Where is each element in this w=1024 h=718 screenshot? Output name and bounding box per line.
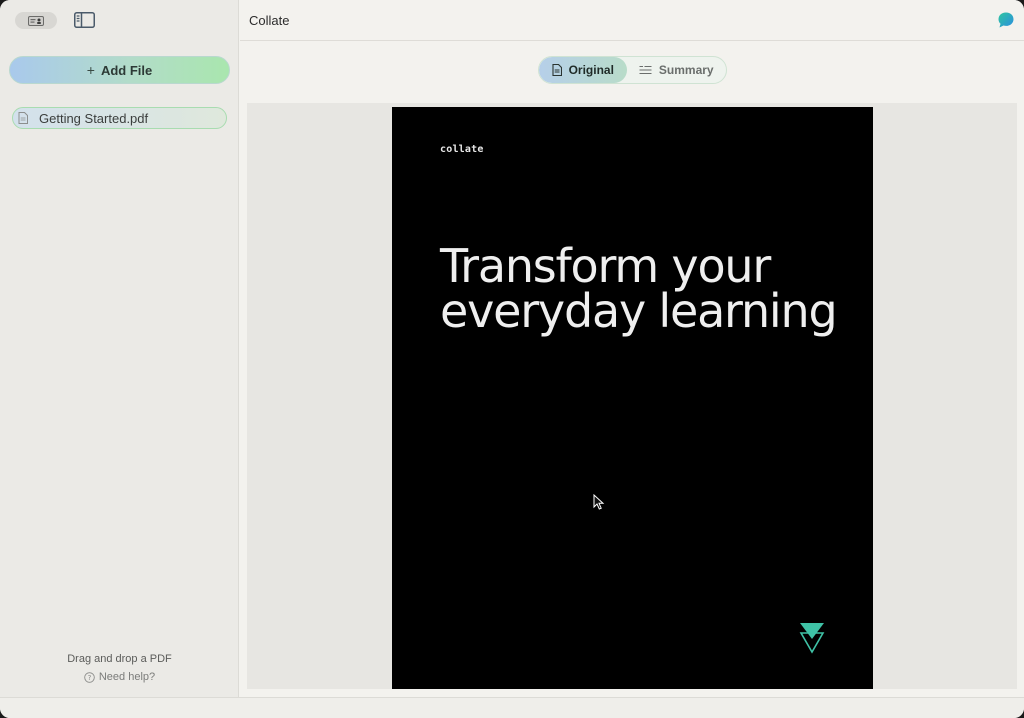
- add-file-label: Add File: [100, 62, 153, 78]
- tab-original[interactable]: Original: [539, 57, 627, 83]
- app-window: + Add File Getting Started.pdf Drag and …: [0, 0, 1024, 718]
- tab-summary[interactable]: Summary: [627, 57, 726, 83]
- sidebar-panel-icon: [73, 12, 95, 28]
- plus-icon: +: [86, 62, 95, 78]
- window-title: Collate: [249, 13, 290, 28]
- chat-bubble-icon[interactable]: [997, 11, 1015, 29]
- sidebar: + Add File Getting Started.pdf Drag and …: [0, 0, 239, 697]
- collate-logo-icon: [799, 623, 825, 654]
- drop-hint: Drag and drop a PDF: [67, 653, 172, 665]
- status-bar: [0, 697, 1024, 718]
- view-mode-switch: Original Summary: [538, 56, 727, 84]
- id-card-icon: [28, 15, 44, 26]
- help-label: Need help?: [98, 671, 156, 683]
- file-name: Getting Started.pdf: [39, 110, 149, 126]
- pdf-headline: Transform your everyday learning: [440, 239, 838, 338]
- toolbar: Collate: [240, 0, 1024, 41]
- tab-original-label: Original: [568, 63, 614, 77]
- document-icon: [18, 112, 28, 124]
- file-list-item[interactable]: Getting Started.pdf: [12, 107, 227, 129]
- sidebar-toggle-button[interactable]: [15, 12, 57, 29]
- mouse-cursor-icon: [593, 494, 605, 510]
- pdf-brand-text: collate: [440, 144, 484, 155]
- toggle-sidebar-button[interactable]: [73, 11, 95, 29]
- tab-summary-label: Summary: [658, 63, 714, 77]
- help-link[interactable]: ? Need help?: [0, 671, 239, 683]
- svg-text:?: ?: [88, 674, 92, 682]
- document-icon: [552, 64, 562, 76]
- add-file-button[interactable]: + Add File: [9, 56, 230, 84]
- list-icon: [639, 65, 652, 74]
- question-circle-icon: ?: [84, 671, 95, 683]
- pdf-page[interactable]: collate Transform your everyday learning: [392, 107, 873, 689]
